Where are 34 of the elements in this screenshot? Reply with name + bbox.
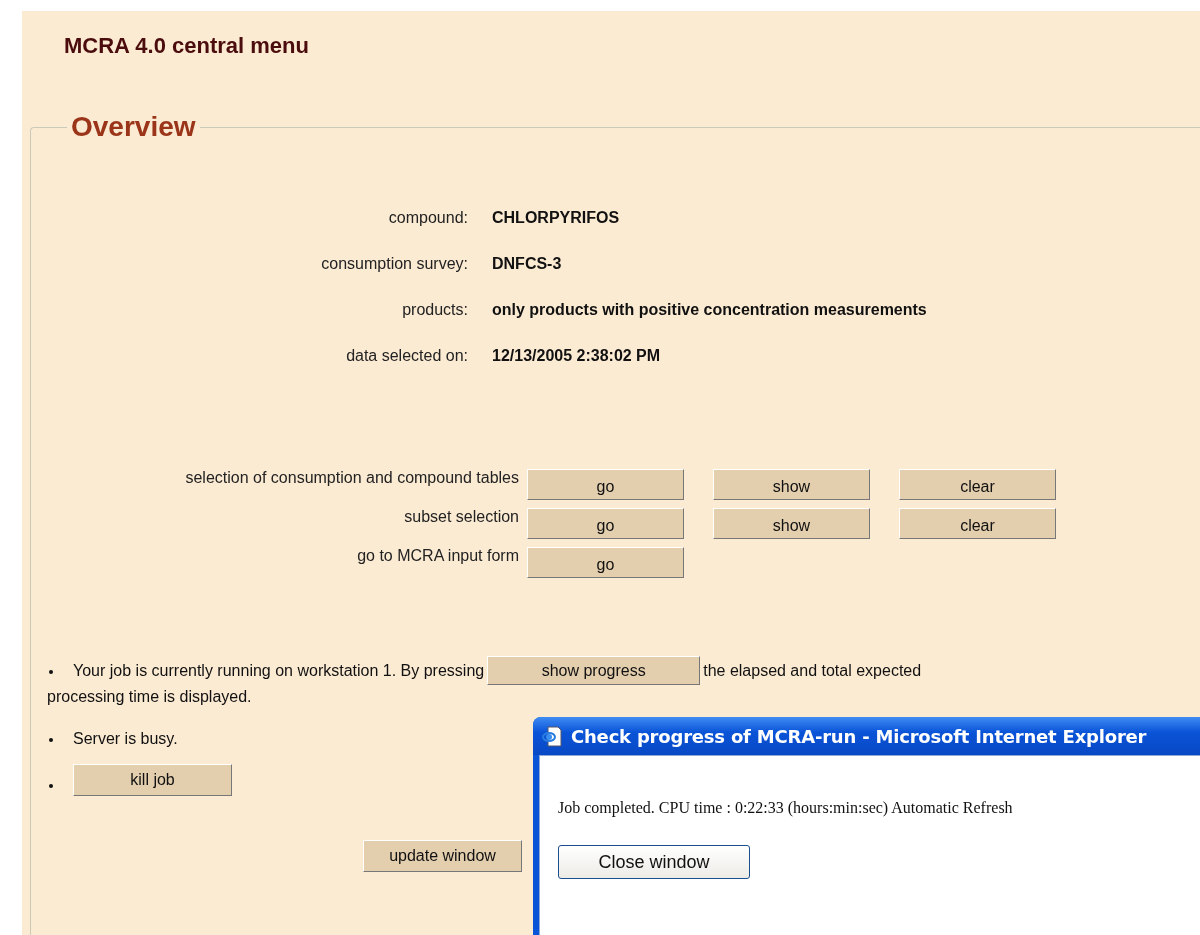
bullet-icon [49,738,53,742]
page-title: MCRA 4.0 central menu [64,33,309,59]
field-label: compound: [387,209,468,227]
status-text: processing time is displayed. [47,688,252,705]
status-text: Server is busy. [73,729,178,749]
browser-page-icon [541,724,565,748]
bullet-icon [49,784,53,788]
field-value: DNFCS-3 [492,255,563,273]
action-label: subset selection [403,508,520,527]
kill-job-button[interactable]: kill job [73,764,232,796]
action-button[interactable]: go [527,547,684,578]
field-label: data selected on: [345,347,468,365]
action-button[interactable]: clear [899,508,1056,539]
action-button[interactable]: clear [899,469,1056,500]
field-label: products: [401,301,468,319]
field-value: 12/13/2005 2:38:02 PM [492,347,662,365]
action-label: selection of consumption and compound tables [184,469,520,488]
action-button[interactable]: go [527,469,684,500]
action-button[interactable]: show [713,508,870,539]
status-text: Your job is currently running on workstation 1. By pressing [73,662,485,679]
field-value: only products with positive concentration measurements [492,301,928,319]
action-button[interactable]: go [527,508,684,539]
show-progress-button[interactable]: show progress [487,656,701,685]
field-value: CHLORPYRIFOS [492,209,621,227]
status-message: Job completed. CPU time : 0:22:33 (hours:min:sec) Automatic Refresh [558,799,1014,817]
action-button[interactable]: show [713,469,870,500]
section-title: Overview [70,111,197,143]
close-window-button[interactable]: Close window [558,845,750,879]
status-text: the elapsed and total expected [703,662,922,679]
bullet-icon [49,669,53,674]
update-window-button[interactable]: update window [363,840,522,872]
field-label: consumption survey: [320,255,468,273]
action-label: go to MCRA input form [356,547,520,566]
window-title: Check progress of MCRA-run - Microsoft Internet Explorer [571,725,1147,747]
